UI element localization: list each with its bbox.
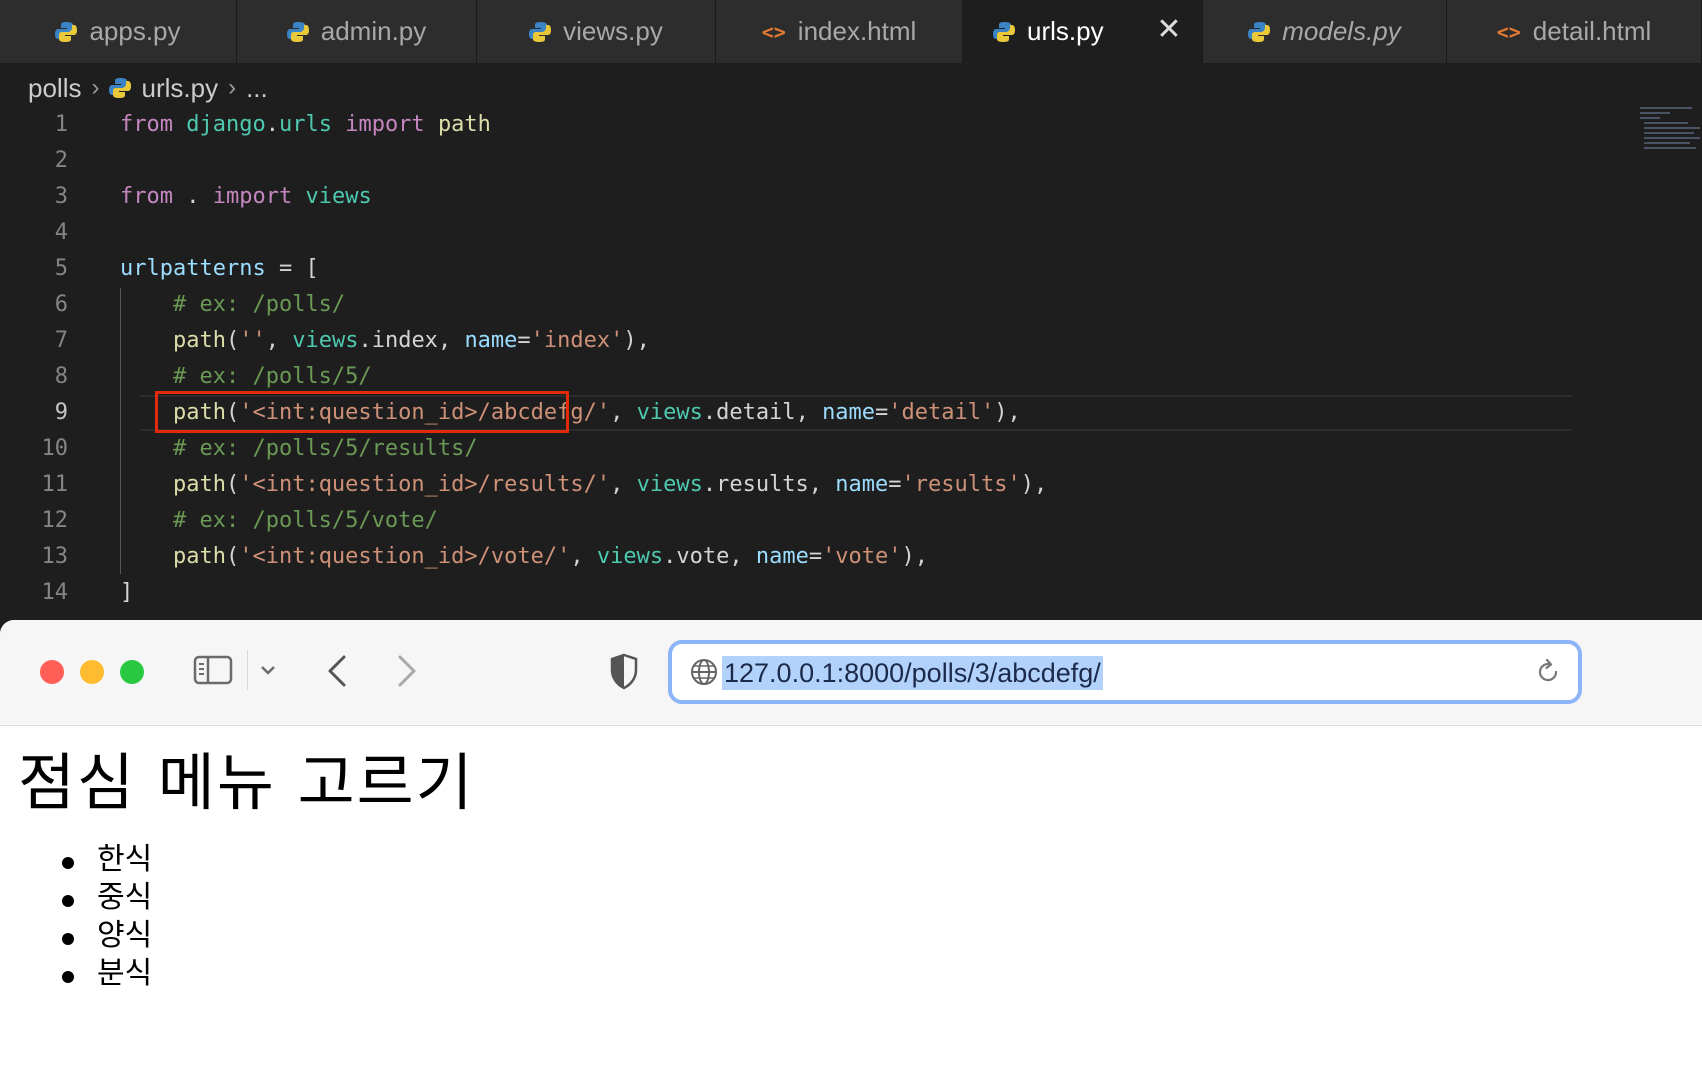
tab-label: index.html (797, 16, 917, 46)
python-icon (109, 78, 132, 98)
python-icon (286, 21, 309, 42)
line-number: 6 (54, 292, 68, 317)
forward-arrow-icon[interactable] (392, 653, 422, 689)
tab-label: models.py (1282, 16, 1401, 46)
tab-urls-py[interactable]: urls.py ✕ (963, 0, 1203, 63)
code-text: # ex: /polls/ (172, 292, 346, 317)
close-tab-icon[interactable]: ✕ (1154, 15, 1184, 45)
line-number: 10 (41, 436, 69, 461)
code-text: ] (120, 580, 134, 605)
python-icon (529, 21, 552, 42)
tab-label: views.py (563, 16, 663, 46)
chevron-down-icon[interactable] (258, 660, 278, 680)
list-item: 양식 (0, 917, 152, 955)
line-number: 2 (54, 148, 68, 173)
code-line[interactable]: 4 (0, 215, 1640, 251)
line-number: 11 (41, 472, 69, 497)
tab-models-py[interactable]: models.py (1203, 0, 1447, 63)
list-item: 한식 (0, 841, 152, 879)
code-line[interactable]: 10 # ex: /polls/5/results/ (0, 431, 1640, 467)
address-bar[interactable]: 127.0.0.1:8000/polls/3/abcdefg/ (668, 640, 1582, 704)
code-text: # ex: /polls/5/results/ (172, 436, 478, 461)
tab-admin-py[interactable]: admin.py (237, 0, 477, 63)
tab-index-html[interactable]: <> index.html (716, 0, 963, 63)
menu-list: 한식 중식 양식 분식 (0, 841, 152, 993)
code-line[interactable]: 12 # ex: /polls/5/vote/ (0, 503, 1640, 539)
html-icon: <> (1496, 19, 1521, 44)
browser-window: 127.0.0.1:8000/polls/3/abcdefg/ 점심 메뉴 고르… (0, 620, 1702, 1070)
code-text: from . import views (120, 184, 372, 209)
globe-icon (691, 659, 717, 685)
minimap[interactable] (1640, 104, 1700, 164)
sidebar-toggle-icon[interactable] (193, 655, 233, 685)
html-icon: <> (761, 19, 786, 44)
code-text: # ex: /polls/5/vote/ (172, 508, 438, 533)
chevron-right-icon: › (228, 74, 237, 101)
url-text[interactable]: 127.0.0.1:8000/polls/3/abcdefg/ (722, 656, 1103, 690)
code-text: from django.urls import path (120, 112, 491, 137)
minimize-window-button[interactable] (80, 660, 104, 684)
code-line[interactable]: 13 path('<int:question_id>/vote/', views… (0, 539, 1640, 575)
editor-tab-bar: apps.py admin.py views.py <> index.html … (0, 0, 1702, 63)
tab-label: admin.py (320, 16, 427, 46)
code-line[interactable]: 3 from . import views (0, 179, 1640, 215)
code-text: path('<int:question_id>/vote/', views.vo… (172, 544, 929, 569)
python-icon (55, 21, 78, 42)
code-line[interactable]: 1 from django.urls import path (0, 107, 1640, 143)
line-number: 5 (54, 256, 68, 281)
code-text: # ex: /polls/5/ (172, 364, 372, 389)
breadcrumb: polls › urls.py › ... (28, 68, 268, 108)
line-number: 9 (54, 400, 68, 425)
reload-icon[interactable] (1534, 658, 1562, 686)
tab-label: urls.py (1027, 16, 1104, 46)
code-line[interactable]: 11 path('<int:question_id>/results/', vi… (0, 467, 1640, 503)
tab-views-py[interactable]: views.py (477, 0, 716, 63)
web-page-content: 점심 메뉴 고르기 한식 중식 양식 분식 (0, 726, 1702, 1070)
code-text: path('<int:question_id>/results/', views… (172, 472, 1048, 497)
list-item: 중식 (0, 879, 152, 917)
line-number: 1 (54, 112, 68, 137)
chevron-right-icon: › (91, 74, 100, 101)
code-line[interactable]: 7 path('', views.index, name='index'), (0, 323, 1640, 359)
code-line[interactable]: 5 urlpatterns = [ (0, 251, 1640, 287)
browser-toolbar: 127.0.0.1:8000/polls/3/abcdefg/ (0, 620, 1702, 726)
line-number: 12 (41, 508, 69, 533)
line-number: 7 (54, 328, 68, 353)
line-number: 8 (54, 364, 68, 389)
close-window-button[interactable] (40, 660, 64, 684)
red-annotation-box (155, 391, 569, 433)
code-line[interactable]: 2 (0, 143, 1640, 179)
breadcrumb-more[interactable]: ... (246, 73, 268, 104)
tab-apps-py[interactable]: apps.py (0, 0, 237, 63)
code-editor: apps.py admin.py views.py <> index.html … (0, 0, 1702, 620)
zoom-window-button[interactable] (120, 660, 144, 684)
line-number: 13 (41, 544, 69, 569)
tab-label: detail.html (1532, 16, 1652, 46)
back-arrow-icon[interactable] (322, 653, 352, 689)
list-item: 분식 (0, 955, 152, 993)
code-area[interactable]: 1 from django.urls import path 2 3 from . im… (0, 107, 1640, 611)
line-number: 4 (54, 220, 68, 245)
line-number: 14 (41, 580, 69, 605)
code-line[interactable]: 6 # ex: /polls/ (0, 287, 1640, 323)
privacy-shield-icon[interactable] (609, 652, 639, 690)
code-text: path('', views.index, name='index'), (172, 328, 650, 353)
toolbar-divider (247, 650, 248, 690)
tab-label: apps.py (89, 16, 181, 46)
page-title: 점심 메뉴 고르기 (18, 746, 475, 819)
code-line[interactable]: 8 # ex: /polls/5/ (0, 359, 1640, 395)
code-text: urlpatterns = [ (120, 256, 319, 281)
line-number: 3 (54, 184, 68, 209)
python-icon (1248, 21, 1271, 42)
breadcrumb-folder[interactable]: polls (28, 73, 81, 104)
code-line[interactable]: 14] (0, 575, 1640, 611)
breadcrumb-file[interactable]: urls.py (141, 73, 218, 104)
tab-detail-html[interactable]: <> detail.html (1447, 0, 1702, 63)
python-icon (993, 21, 1015, 42)
